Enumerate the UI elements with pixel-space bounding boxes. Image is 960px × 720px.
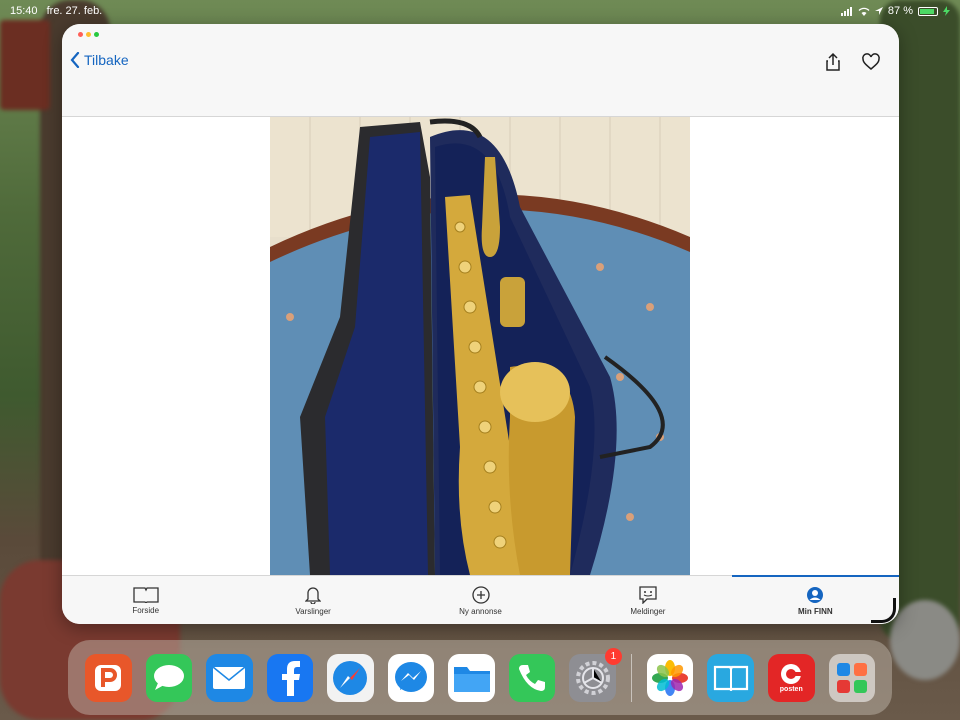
profile-icon [807,586,824,603]
status-right: 87 % [840,5,950,17]
tab-min-finn-label: Min FINN [797,606,833,616]
tab-meldinger-label: Meldinger [630,606,666,616]
photos-flower-icon [652,659,689,696]
dock-app-books[interactable] [707,653,754,702]
tab-forside[interactable]: Forside [62,576,229,624]
envelope-icon [212,665,246,689]
messenger-icon [395,661,427,692]
tab-bar: Forside Varslinger Ny annonse Meldinger … [62,575,899,624]
posten-logo-icon [781,663,806,684]
window-control-dots[interactable] [78,32,99,37]
tab-meldinger[interactable]: Meldinger [564,576,731,624]
posten-label: posten [779,685,803,693]
image-viewer[interactable] [62,117,899,575]
battery-icon [918,6,938,16]
location-icon [874,7,883,15]
dock-app-settings[interactable]: 1 [569,647,622,702]
chat-icon [639,585,657,604]
wallpaper-house [0,20,50,110]
nav-actions [823,52,881,72]
book-icon [133,586,159,603]
speech-bubble-icon [153,664,184,690]
favorite-button[interactable] [861,52,881,72]
dock-app-posten[interactable]: posten [767,653,815,702]
dock-app-photos[interactable] [646,653,694,702]
wifi-icon [858,7,870,16]
tab-ny-annonse[interactable]: Ny annonse [397,576,564,624]
dock-app-mail[interactable] [206,653,253,702]
heart-icon [862,53,880,70]
tab-varslinger[interactable]: Varslinger [229,576,396,624]
phone-handset-icon [519,664,546,691]
compass-icon [333,660,368,695]
saxophone-photo-illustration [270,117,690,575]
settings-badge: 1 [604,647,622,665]
share-button[interactable] [823,52,843,72]
tab-ny-annonse-label: Ny annonse [459,606,502,616]
dock-app-files[interactable] [448,653,495,702]
status-time: 15:40 [10,5,38,17]
window-dot-red [78,32,83,37]
dock-app-facebook[interactable] [266,653,314,702]
listing-photo[interactable] [270,117,690,575]
dock-app-messenger[interactable] [387,653,435,702]
chevron-left-icon [70,52,80,68]
dock-separator [630,653,632,702]
signal-icon [840,6,852,16]
folder-icon [453,666,490,692]
back-label: Tilbake [84,52,129,68]
window-dot-yellow [86,32,91,37]
app-folder-icon [836,662,867,693]
dock-app-safari[interactable] [327,653,374,702]
window-dot-green [94,32,99,37]
gear-icon [575,660,610,695]
plus-circle-icon [471,585,490,604]
share-icon [826,52,840,71]
charging-icon [943,6,950,16]
app-window: Tilbake Forside Varslinger Ny annonse Me… [62,24,899,624]
status-date: fre. 27. feb. [46,5,103,17]
facebook-f-icon [281,660,300,696]
open-book-icon [713,665,748,691]
dock-app-parkering[interactable] [85,653,132,702]
tab-varslinger-label: Varslinger [295,606,331,616]
battery-percent: 87 % [887,5,913,17]
dock-app-folder[interactable] [828,653,876,702]
dock-app-phone[interactable] [508,653,556,702]
status-bar: 15:40 fre. 27. feb. 87 % [0,0,960,22]
status-left: 15:40 fre. 27. feb. [10,5,108,17]
back-button[interactable]: Tilbake [70,52,129,68]
dock-app-messages[interactable] [145,653,193,702]
wallpaper-rock [890,600,960,680]
nav-bar: Tilbake [62,24,899,117]
tab-forside-label: Forside [132,605,160,615]
parking-p-icon [95,664,122,691]
bell-icon [305,586,322,604]
dock: 1 posten [68,640,892,715]
